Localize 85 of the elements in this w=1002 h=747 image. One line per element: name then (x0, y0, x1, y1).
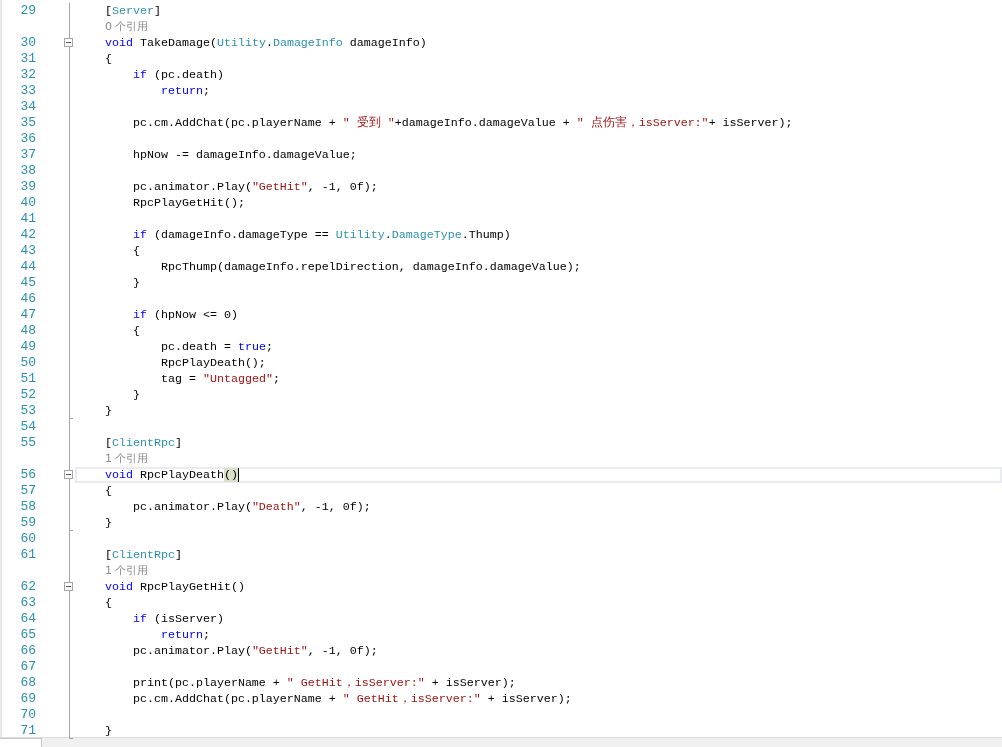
line-number: 46 (20, 291, 36, 307)
line-number: 53 (20, 403, 36, 419)
line-number: 65 (20, 627, 36, 643)
reference-count[interactable]: 1 个引用 (105, 563, 149, 579)
code-line: pc.animator.Play("GetHit", -1, 0f); (131, 643, 378, 659)
line-number: 40 (20, 195, 36, 211)
line-number: 31 (20, 51, 36, 67)
collapse-icon[interactable] (64, 470, 73, 479)
code-line: } (131, 387, 140, 403)
code-line: [Server] (103, 3, 161, 19)
line-number: 56 (20, 467, 36, 483)
code-line: { (103, 51, 112, 67)
code-line: pc.death = true; (159, 339, 273, 355)
line-number: 63 (20, 595, 36, 611)
line-number: 42 (20, 227, 36, 243)
code-line: return; (159, 83, 210, 99)
text-cursor (237, 468, 239, 482)
code-line: } (103, 723, 112, 739)
code-line: } (131, 275, 140, 291)
code-line: tag = "Untagged"; (159, 371, 280, 387)
code-line: if (pc.death) (131, 67, 224, 83)
code-line: } (103, 515, 112, 531)
line-number: 62 (20, 579, 36, 595)
line-number: 58 (20, 499, 36, 515)
code-line: { (131, 243, 140, 259)
code-line: pc.cm.AddChat(pc.playerName + " 受到 "+damageInfo.damageValue + " 点伤害，isServer:"+ isServer); (131, 115, 793, 131)
line-number: 54 (20, 419, 36, 435)
line-number: 45 (20, 275, 36, 291)
code-line: } (103, 403, 112, 419)
code-line: print(pc.playerName + " GetHit，isServer:" + isServer); (131, 675, 516, 691)
code-line: [ClientRpc] (103, 547, 182, 563)
code-line: void TakeDamage(Utility.DamageInfo damageInfo) (103, 35, 427, 51)
code-line: void RpcPlayGetHit() (103, 579, 245, 595)
line-number: 61 (20, 547, 36, 563)
code-line: if (hpNow <= 0) (131, 307, 238, 323)
line-number: 68 (20, 675, 36, 691)
code-line: hpNow -= damageInfo.damageValue; (131, 147, 357, 163)
code-line: [ClientRpc] (103, 435, 182, 451)
line-number: 41 (20, 211, 36, 227)
line-number: 34 (20, 99, 36, 115)
line-number: 67 (20, 659, 36, 675)
line-number: 70 (20, 707, 36, 723)
collapse-icon[interactable] (64, 582, 73, 591)
line-number: 37 (20, 147, 36, 163)
line-number: 44 (20, 259, 36, 275)
line-number: 60 (20, 531, 36, 547)
line-number: 32 (20, 67, 36, 83)
line-number: 64 (20, 611, 36, 627)
line-number: 33 (20, 83, 36, 99)
line-number: 51 (20, 371, 36, 387)
line-number: 69 (20, 691, 36, 707)
line-number: 47 (20, 307, 36, 323)
code-line: if (isServer) (131, 611, 224, 627)
line-number: 49 (20, 339, 36, 355)
code-line: RpcThump(damageInfo.repelDirection, damageInfo.damageValue); (159, 259, 581, 275)
code-line: { (131, 323, 140, 339)
code-line: return; (159, 627, 210, 643)
code-line: pc.animator.Play("Death", -1, 0f); (131, 499, 371, 515)
line-number: 43 (20, 243, 36, 259)
line-number: 35 (20, 115, 36, 131)
line-number: 39 (20, 179, 36, 195)
code-line: { (103, 595, 112, 611)
code-line: pc.cm.AddChat(pc.playerName + " GetHit，isServer:" + isServer); (131, 691, 572, 707)
line-number: 71 (20, 723, 36, 739)
code-line: if (damageInfo.damageType == Utility.DamageType.Thump) (131, 227, 511, 243)
line-number: 30 (20, 35, 36, 51)
line-number: 38 (20, 163, 36, 179)
line-number: 29 (20, 3, 36, 19)
line-number: 50 (20, 355, 36, 371)
collapse-icon[interactable] (64, 38, 73, 47)
line-number: 36 (20, 131, 36, 147)
zoom-field[interactable] (0, 738, 42, 747)
line-number: 66 (20, 643, 36, 659)
line-number: 55 (20, 435, 36, 451)
reference-count[interactable]: 1 个引用 (105, 451, 149, 467)
reference-count[interactable]: 0 个引用 (105, 19, 149, 35)
code-line: RpcPlayDeath(); (159, 355, 266, 371)
line-number: 59 (20, 515, 36, 531)
line-number: 48 (20, 323, 36, 339)
code-line: void RpcPlayDeath() (103, 467, 238, 483)
code-line: pc.animator.Play("GetHit", -1, 0f); (131, 179, 378, 195)
code-line: RpcPlayGetHit(); (131, 195, 245, 211)
line-number: 52 (20, 387, 36, 403)
line-number: 57 (20, 483, 36, 499)
code-line: { (103, 483, 112, 499)
